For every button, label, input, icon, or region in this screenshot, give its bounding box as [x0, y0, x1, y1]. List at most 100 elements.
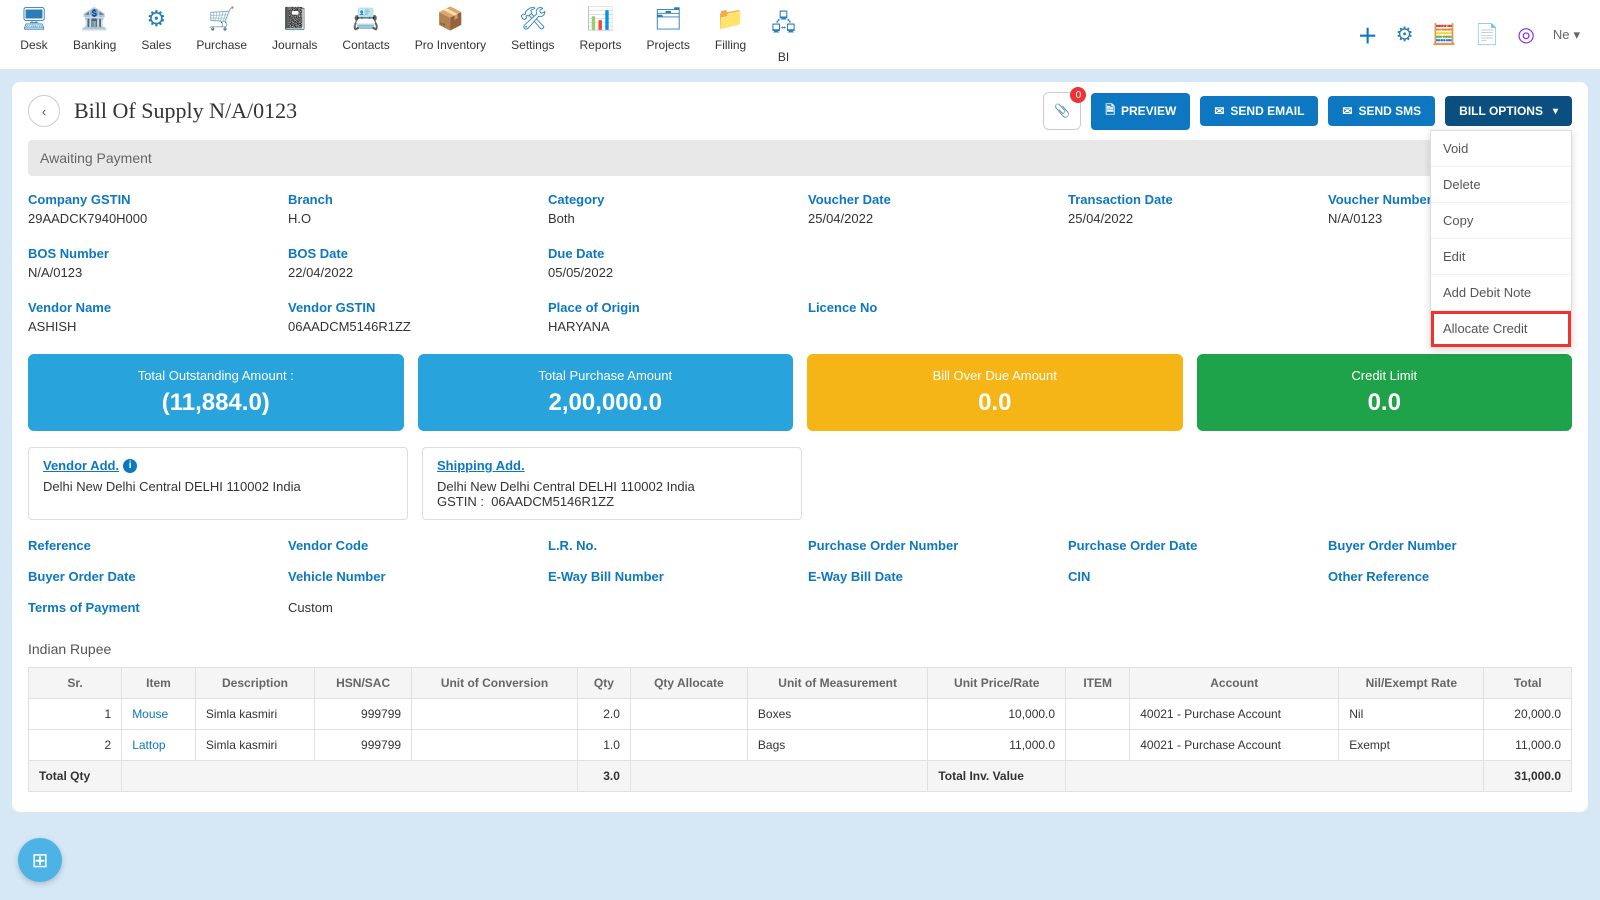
nav-label: Settings — [511, 38, 554, 52]
bill-options-button[interactable]: BILL OPTIONS▾ — [1445, 96, 1572, 126]
nav-label: Desk — [20, 38, 47, 52]
nav-item-journals[interactable]: 📓Journals — [272, 6, 317, 64]
nav-item-desk[interactable]: 🖥Desk — [20, 6, 48, 64]
field-bos-number: BOS NumberN/A/0123 — [28, 246, 272, 280]
currency-label: Indian Rupee — [12, 631, 1588, 667]
nav-item-reports[interactable]: 📊Reports — [580, 6, 622, 64]
preview-button[interactable]: 🗎 PREVIEW — [1091, 93, 1190, 130]
nav-item-banking[interactable]: 🏦Banking — [73, 6, 116, 64]
calculator-icon[interactable]: 🧮 — [1432, 22, 1457, 47]
top-nav: 🖥Desk 🏦Banking ⚙Sales 🛒Purchase 📓Journals 📇Co… — [0, 0, 1600, 70]
shipping-addr-title-text: Shipping Add. — [437, 458, 525, 473]
field-branch: BranchH.O — [288, 192, 532, 226]
nav-item-purchase[interactable]: 🛒Purchase — [196, 6, 247, 64]
ref-terms-of-payment: Terms of Payment — [28, 600, 272, 615]
footer-cell: 31,000.0 — [1484, 761, 1572, 792]
bill-option-add-debit-note[interactable]: Add Debit Note — [1431, 275, 1571, 311]
nav-item-settings[interactable]: 🛠 Settings — [511, 6, 554, 64]
nav-item-pro-inventory[interactable]: 📦Pro Inventory — [415, 6, 486, 64]
field-empty4 — [1068, 300, 1312, 334]
cell: Bags — [747, 730, 927, 761]
preview-label: PREVIEW — [1121, 104, 1176, 118]
bill-option-delete[interactable]: Delete — [1431, 167, 1571, 203]
card-value: 0.0 — [817, 389, 1173, 417]
cell: 999799 — [315, 699, 412, 730]
nav-items: 🖥Desk 🏦Banking ⚙Sales 🛒Purchase 📓Journals 📇Co… — [20, 6, 796, 64]
field-empty2 — [1068, 246, 1312, 280]
mail-icon: ✉ — [1214, 104, 1224, 118]
back-button[interactable]: ‹ — [28, 95, 60, 127]
apps-fab[interactable]: ⊞ — [18, 838, 62, 882]
vendor-address-box: Vendor Add. i Delhi New Delhi Central DE… — [28, 447, 408, 520]
cell — [412, 730, 578, 761]
footer-cell — [122, 761, 578, 792]
col-total: Total — [1484, 668, 1572, 699]
add-icon[interactable]: ＋ — [1358, 20, 1378, 49]
card-value: 2,00,000.0 — [428, 389, 784, 417]
gear-icon[interactable]: ⚙ — [1396, 22, 1414, 47]
field-transaction-date: Transaction Date25/04/2022 — [1068, 192, 1312, 226]
card-credit: Credit Limit 0.0 — [1197, 354, 1573, 431]
footer-cell: Total Qty — [29, 761, 122, 792]
card-label: Bill Over Due Amount — [817, 368, 1173, 383]
settings-icon: 🛠 — [519, 6, 547, 32]
col-item: ITEM — [1066, 668, 1130, 699]
shipping-addr-line: Delhi New Delhi Central DELHI 110002 Ind… — [437, 479, 787, 494]
table-header-row: Sr.ItemDescriptionHSN/SACUnit of Convers… — [29, 668, 1572, 699]
pro-inventory-icon: 📦 — [437, 6, 464, 32]
nav-item-projects[interactable]: 🗂Projects — [647, 6, 690, 64]
send-email-button[interactable]: ✉ SEND EMAIL — [1200, 96, 1318, 126]
col-qty: Qty — [577, 668, 630, 699]
bill-option-edit[interactable]: Edit — [1431, 239, 1571, 275]
contacts-icon: 📇 — [352, 6, 379, 32]
col-account: Account — [1130, 668, 1339, 699]
cell: 2.0 — [577, 699, 630, 730]
value: 25/04/2022 — [808, 211, 1052, 226]
cell: Simla kasmiri — [195, 730, 314, 761]
nav-item-sales[interactable]: ⚙Sales — [141, 6, 171, 64]
cell[interactable]: Mouse — [122, 699, 196, 730]
vendor-addr-title-text: Vendor Add. — [43, 458, 119, 473]
table-body: 1MouseSimla kasmiri9997992.0Boxes10,000.… — [29, 699, 1572, 761]
nav-label: Projects — [647, 38, 690, 52]
field-vendor-name: Vendor NameASHISH — [28, 300, 272, 334]
nav-item-filling[interactable]: 📁Filling — [715, 6, 746, 64]
bill-option-void[interactable]: Void — [1431, 131, 1571, 167]
nav-item-bi[interactable]: 🖧BI — [771, 6, 796, 64]
ref-vendor-code: Vendor Code — [288, 538, 532, 553]
cell: Simla kasmiri — [195, 699, 314, 730]
table-row: 2LattopSimla kasmiri9997991.0Bags11,000.… — [29, 730, 1572, 761]
nav-label: Journals — [272, 38, 317, 52]
bill-option-copy[interactable]: Copy — [1431, 203, 1571, 239]
card-label: Credit Limit — [1207, 368, 1563, 383]
vendor-address-title[interactable]: Vendor Add. i — [43, 458, 137, 473]
ref-l-r-no-: L.R. No. — [548, 538, 792, 553]
preview-icon: 🗎 — [1105, 101, 1115, 122]
label: Company GSTIN — [28, 192, 272, 207]
ref-buyer-order-date: Buyer Order Date — [28, 569, 272, 584]
field-vendor-gstin: Vendor GSTIN06AADCM5146R1ZZ — [288, 300, 532, 334]
ref-empty — [548, 600, 792, 615]
user-short: Ne — [1553, 27, 1570, 42]
cell — [1066, 730, 1130, 761]
cell: Nil — [1339, 699, 1484, 730]
page-title: Bill Of Supply N/A/0123 — [74, 98, 297, 124]
send-sms-label: SEND SMS — [1358, 104, 1421, 118]
bill-option-allocate-credit[interactable]: Allocate Credit — [1431, 311, 1571, 347]
send-sms-button[interactable]: ✉SEND SMS — [1328, 96, 1435, 126]
field-empty1 — [808, 246, 1052, 280]
cell[interactable]: Lattop — [122, 730, 196, 761]
nav-item-contacts[interactable]: 📇Contacts — [342, 6, 389, 64]
sales-icon: ⚙ — [146, 6, 166, 32]
col-unit-of-measurement: Unit of Measurement — [747, 668, 927, 699]
shipping-address-title[interactable]: Shipping Add. — [437, 458, 525, 473]
card-outstanding: Total Outstanding Amount : (11,884.0) — [28, 354, 404, 431]
nav-label: Reports — [580, 38, 622, 52]
badge-icon[interactable]: ◎ — [1517, 22, 1534, 47]
value: 25/04/2022 — [1068, 211, 1312, 226]
send-email-label: SEND EMAIL — [1230, 104, 1304, 118]
user-menu[interactable]: Ne ▾ — [1553, 27, 1580, 43]
attachment-button[interactable]: 📎 0 — [1043, 92, 1081, 130]
ref-empty — [1328, 600, 1572, 615]
note-icon[interactable]: 📄 — [1474, 22, 1499, 47]
